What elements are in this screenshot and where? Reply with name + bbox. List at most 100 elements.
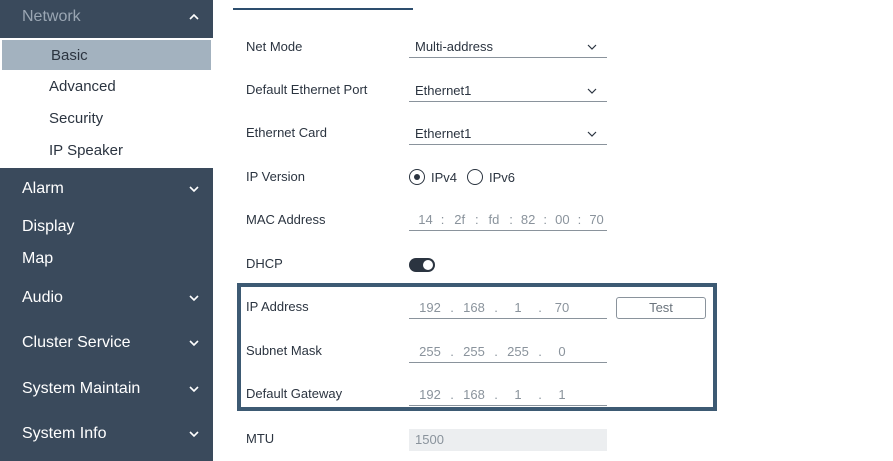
separator: . [538, 300, 542, 315]
ip-segment[interactable]: 168 [459, 387, 489, 402]
mac-segment: 82 [520, 212, 536, 227]
sidebar-item-label: Cluster Service [22, 334, 131, 351]
sidebar-item-audio[interactable]: Audio [0, 283, 213, 313]
ipv6-label: IPv6 [489, 169, 516, 185]
chevron-down-icon [587, 129, 597, 139]
ip-address-field[interactable]: 192 . 168 . 1 . 70 [409, 297, 607, 319]
ip-segment[interactable]: 70 [547, 300, 577, 315]
mac-segment: fd [488, 212, 500, 227]
chevron-down-icon [587, 42, 597, 52]
ip-segment[interactable]: 192 [415, 387, 445, 402]
sidebar-item-display[interactable]: Display [0, 212, 213, 242]
sidebar-item-label: Security [49, 109, 104, 127]
sidebar-item-alarm[interactable]: Alarm [0, 174, 213, 204]
dhcp-label: DHCP [246, 256, 283, 271]
radio-unselected-icon [467, 169, 484, 185]
mac-address-field: 14 : 2f : fd : 82 : 00 : 70 [409, 209, 607, 231]
mac-segment: 00 [555, 212, 570, 227]
sidebar-item-system-info[interactable]: System Info [0, 419, 213, 449]
sidebar-item-label: Alarm [22, 180, 64, 197]
ip-version-radio-group: IPv4 IPv6 [409, 167, 525, 187]
sidebar-item-advanced[interactable]: Advanced [0, 71, 213, 101]
chevron-down-icon [189, 338, 199, 348]
separator: . [450, 387, 454, 402]
main-panel: Net Mode Multi-address Default Ethernet … [213, 0, 893, 461]
ipv4-label: IPv4 [431, 169, 458, 185]
default-port-value: Ethernet1 [415, 83, 472, 98]
ip-segment[interactable]: 255 [415, 344, 445, 359]
test-button[interactable]: Test [616, 297, 706, 319]
ip-segment[interactable]: 255 [459, 344, 489, 359]
ip-segment[interactable]: 168 [459, 300, 489, 315]
ipv6-radio[interactable]: IPv6 [467, 169, 515, 185]
chevron-down-icon [189, 429, 199, 439]
separator: : [509, 212, 513, 227]
sidebar-item-label: Advanced [49, 77, 116, 95]
toggle-knob [423, 260, 433, 270]
separator: : [440, 212, 445, 227]
sidebar-item-label: Display [22, 218, 75, 235]
separator: : [474, 212, 479, 227]
sidebar-item-label: Audio [22, 289, 63, 306]
net-mode-label: Net Mode [246, 39, 303, 54]
separator: . [494, 344, 498, 359]
sidebar-item-system-maintain[interactable]: System Maintain [0, 374, 213, 404]
separator: . [494, 387, 498, 402]
subnet-mask-label: Subnet Mask [246, 343, 322, 358]
sidebar-item-label: IP Speaker [49, 141, 123, 159]
ip-segment[interactable]: 192 [415, 300, 445, 315]
default-gateway-field[interactable]: 192 . 168 . 1 . 1 [409, 384, 607, 406]
separator: . [450, 300, 454, 315]
sidebar-item-label: System Maintain [22, 380, 141, 397]
ip-segment[interactable]: 1 [503, 300, 533, 315]
subnet-mask-field[interactable]: 255 . 255 . 255 . 0 [409, 341, 607, 363]
mtu-field[interactable]: 1500 [409, 429, 607, 451]
sidebar: Network Basic Advanced Security IP Speak… [0, 0, 213, 461]
sidebar-item-ip-speaker[interactable]: IP Speaker [0, 135, 213, 165]
sidebar-item-label: Map [22, 250, 54, 267]
separator: . [538, 387, 542, 402]
default-gateway-label: Default Gateway [246, 386, 343, 401]
chevron-down-icon [587, 86, 597, 96]
sidebar-item-label: System Info [22, 425, 107, 442]
network-submenu: Basic Advanced Security IP Speaker [0, 38, 213, 168]
ip-segment[interactable]: 1 [547, 387, 577, 402]
mtu-label: MTU [246, 431, 275, 446]
net-mode-value: Multi-address [415, 39, 494, 54]
dhcp-toggle[interactable] [409, 258, 435, 272]
chevron-down-icon [189, 384, 199, 394]
ethernet-card-label: Ethernet Card [246, 125, 327, 140]
sidebar-item-security[interactable]: Security [0, 103, 213, 133]
separator: : [577, 212, 582, 227]
mac-segment: 2f [454, 212, 466, 227]
sidebar-item-label: Network [22, 8, 81, 25]
chevron-up-icon [189, 12, 199, 22]
ethernet-card-value: Ethernet1 [415, 126, 472, 141]
ipv4-radio[interactable]: IPv4 [409, 169, 457, 185]
sidebar-item-cluster-service[interactable]: Cluster Service [0, 328, 213, 358]
separator: : [543, 212, 548, 227]
ip-version-label: IP Version [246, 169, 306, 184]
chevron-down-icon [189, 184, 199, 194]
sidebar-item-basic[interactable]: Basic [2, 40, 211, 70]
separator: . [450, 344, 454, 359]
sidebar-item-network[interactable]: Network [0, 2, 213, 32]
net-mode-select[interactable]: Multi-address [409, 36, 607, 58]
ip-segment[interactable]: 0 [547, 344, 577, 359]
ip-address-label: IP Address [246, 299, 309, 314]
radio-selected-icon [409, 169, 425, 185]
chevron-down-icon [189, 293, 199, 303]
mac-segment: 14 [418, 212, 433, 227]
ip-segment[interactable]: 1 [503, 387, 533, 402]
separator: . [538, 344, 542, 359]
ip-segment[interactable]: 255 [503, 344, 533, 359]
default-port-select[interactable]: Ethernet1 [409, 80, 607, 102]
separator: . [494, 300, 498, 315]
ethernet-card-select[interactable]: Ethernet1 [409, 123, 607, 145]
active-tab-indicator [233, 8, 413, 10]
mac-address-label: MAC Address [246, 212, 326, 227]
sidebar-item-label: Basic [51, 46, 88, 64]
mac-segment: 70 [589, 212, 604, 227]
sidebar-item-map[interactable]: Map [0, 244, 213, 274]
default-port-label: Default Ethernet Port [246, 82, 368, 97]
